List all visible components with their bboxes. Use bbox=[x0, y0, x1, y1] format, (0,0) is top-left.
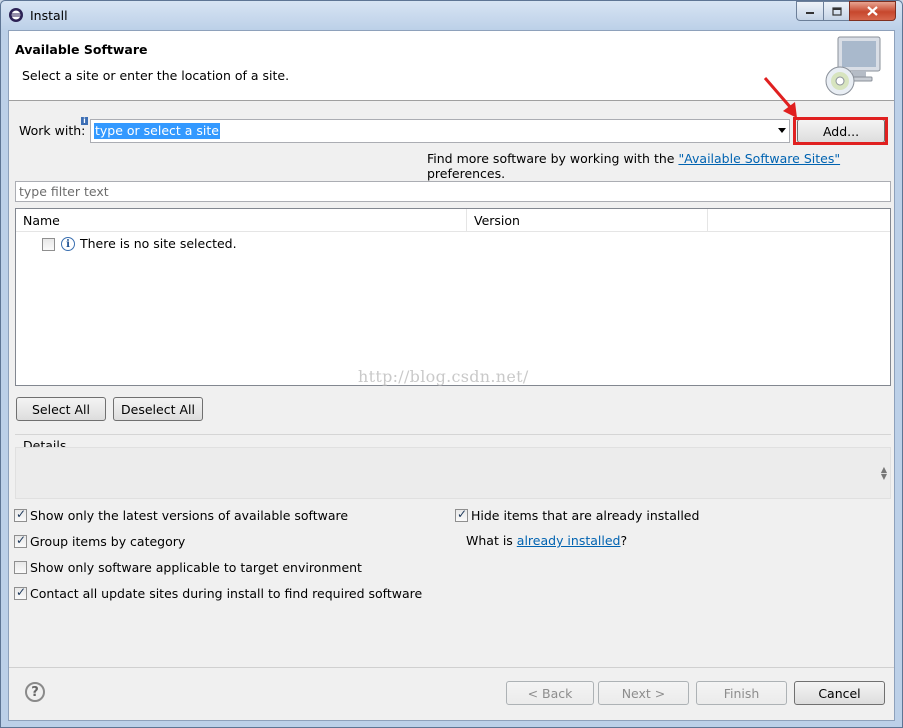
group-by-category-label: Group items by category bbox=[30, 533, 186, 549]
option-target-environment[interactable]: Show only software applicable to target … bbox=[14, 559, 362, 575]
close-icon bbox=[867, 6, 878, 16]
latest-versions-checkbox[interactable] bbox=[14, 507, 27, 522]
option-group-by-category[interactable]: Group items by category bbox=[14, 533, 185, 549]
finish-button[interactable]: Finish bbox=[696, 681, 787, 705]
annotation-highlight-box bbox=[793, 117, 888, 145]
title-bar[interactable]: Install bbox=[1, 1, 902, 30]
find-more-text: Find more software by working with the "… bbox=[427, 151, 894, 181]
column-header-filler bbox=[708, 209, 890, 232]
deselect-all-button[interactable]: Deselect All bbox=[113, 397, 203, 421]
contact-update-sites-label: Contact all update sites during install … bbox=[30, 585, 423, 601]
install-window: Install Available Software Select a site… bbox=[0, 0, 903, 728]
maximize-icon bbox=[831, 6, 842, 16]
filter-input[interactable]: type filter text bbox=[15, 181, 891, 202]
what-is-installed-text: What is already installed? bbox=[466, 533, 627, 548]
chevron-down-icon[interactable] bbox=[778, 128, 786, 133]
page-description: Select a site or enter the location of a… bbox=[22, 68, 290, 83]
close-button[interactable] bbox=[849, 1, 896, 21]
window-controls bbox=[796, 1, 896, 21]
annotation-arrow-icon bbox=[763, 77, 797, 118]
option-hide-installed[interactable]: Hide items that are already installed bbox=[455, 507, 699, 523]
row-checkbox[interactable] bbox=[42, 238, 55, 251]
already-installed-link[interactable]: already installed bbox=[517, 533, 621, 548]
info-icon: i bbox=[61, 237, 75, 251]
watermark: http://blog.csdn.net/ bbox=[358, 367, 529, 386]
find-more-suffix: preferences. bbox=[427, 166, 506, 181]
select-all-button[interactable]: Select All bbox=[16, 397, 106, 421]
work-with-combo[interactable]: type or select a site bbox=[90, 119, 790, 143]
table-row[interactable]: i There is no site selected. bbox=[16, 234, 890, 254]
target-environment-label: Show only software applicable to target … bbox=[30, 559, 362, 575]
back-button[interactable]: < Back bbox=[506, 681, 594, 705]
latest-versions-label: Show only the latest versions of availab… bbox=[30, 507, 349, 523]
dialog-body: Available Software Select a site or ente… bbox=[8, 30, 895, 721]
info-decoration-icon: i bbox=[81, 117, 88, 125]
column-header-name[interactable]: Name bbox=[16, 209, 467, 232]
target-environment-checkbox[interactable] bbox=[14, 560, 27, 574]
deselect-all-label: Deselect All bbox=[121, 401, 195, 417]
details-separator bbox=[15, 434, 891, 435]
maximize-button[interactable] bbox=[823, 1, 849, 21]
minimize-button[interactable] bbox=[796, 1, 823, 21]
help-icon[interactable]: ? bbox=[25, 682, 45, 702]
work-with-input[interactable]: type or select a site bbox=[94, 123, 220, 139]
eclipse-icon bbox=[9, 8, 23, 22]
available-software-sites-link[interactable]: "Available Software Sites" bbox=[678, 151, 840, 166]
footer-separator bbox=[9, 667, 894, 668]
window-title: Install bbox=[30, 8, 68, 23]
select-all-label: Select All bbox=[31, 401, 91, 417]
option-contact-update-sites[interactable]: Contact all update sites during install … bbox=[14, 585, 422, 601]
next-button[interactable]: Next > bbox=[598, 681, 689, 705]
install-software-icon bbox=[825, 36, 881, 96]
option-latest-versions[interactable]: Show only the latest versions of availab… bbox=[14, 507, 348, 523]
group-by-category-checkbox[interactable] bbox=[14, 533, 27, 548]
software-table: Name Version i There is no site selected… bbox=[15, 208, 891, 386]
work-with-label: Work with: bbox=[19, 123, 86, 138]
what-is-suffix: ? bbox=[620, 533, 628, 548]
details-text-area[interactable]: ▲ ▼ bbox=[15, 447, 891, 499]
what-is-prefix: What is bbox=[466, 533, 517, 548]
page-title: Available Software bbox=[15, 42, 148, 57]
find-more-prefix: Find more software by working with the bbox=[427, 151, 679, 166]
hide-installed-label: Hide items that are already installed bbox=[471, 507, 700, 523]
hide-installed-checkbox[interactable] bbox=[455, 507, 468, 522]
cancel-button[interactable]: Cancel bbox=[794, 681, 885, 705]
contact-update-sites-checkbox[interactable] bbox=[14, 585, 27, 600]
scroll-spinner-icon[interactable]: ▲ ▼ bbox=[881, 466, 887, 481]
column-header-version[interactable]: Version bbox=[467, 209, 708, 232]
minimize-icon bbox=[806, 12, 814, 14]
row-text: There is no site selected. bbox=[80, 236, 237, 251]
